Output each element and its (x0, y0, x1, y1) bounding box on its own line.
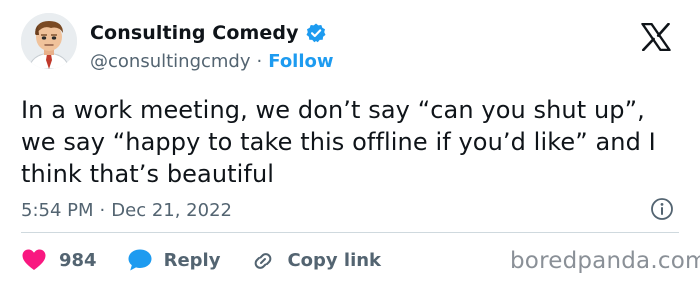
handle-row: @consultingcmdy · Follow (90, 49, 334, 73)
tweet-text: In a work meeting, we don’t say “can you… (21, 96, 656, 188)
like-button[interactable]: 984 (21, 248, 97, 272)
separator-dot: · (99, 199, 106, 221)
speech-bubble-icon (127, 248, 153, 272)
name-row: Consulting Comedy (90, 20, 334, 46)
divider (21, 232, 679, 233)
timestamp[interactable]: 5:54 PM · Dec 21, 2022 (21, 198, 232, 222)
action-bar: 984 Reply Copy link (21, 245, 411, 275)
display-name[interactable]: Consulting Comedy (90, 22, 299, 44)
watermark: boredpanda.com (510, 248, 700, 274)
info-icon[interactable] (650, 197, 674, 221)
copy-link-label: Copy link (287, 249, 382, 271)
tweet-time[interactable]: 5:54 PM (21, 200, 94, 221)
tweet-date[interactable]: Dec 21, 2022 (111, 200, 232, 221)
verified-badge-icon (305, 22, 327, 44)
copy-link-button[interactable]: Copy link (250, 248, 381, 272)
author-handle[interactable]: @consultingcmdy (90, 51, 251, 72)
link-icon (250, 248, 276, 272)
follow-button[interactable]: Follow (268, 51, 333, 72)
avatar[interactable] (21, 13, 77, 69)
like-count: 984 (59, 249, 97, 271)
author-header: Consulting Comedy @consultingcmdy · Foll… (90, 20, 334, 73)
reply-label: Reply (163, 249, 221, 271)
heart-icon (21, 248, 47, 272)
separator-dot: · (256, 50, 263, 72)
x-logo-icon[interactable] (641, 22, 671, 52)
reply-button[interactable]: Reply (127, 248, 221, 272)
avatar-illustration (21, 13, 77, 69)
